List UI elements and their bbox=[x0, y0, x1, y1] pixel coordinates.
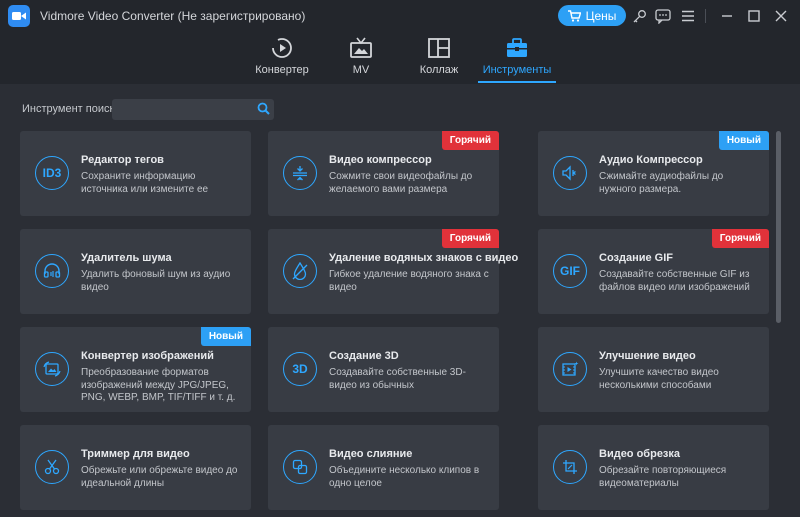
tool-description: Сохраните информацию источника или измен… bbox=[81, 171, 209, 195]
tool-card-audio-compressor[interactable]: Новый Аудио Компрессор Сжимайте аудиофай… bbox=[538, 131, 769, 216]
tab-tools-label: Инструменты bbox=[482, 64, 552, 76]
close-icon[interactable] bbox=[772, 7, 790, 25]
tool-card-watermark-remover[interactable]: Горячий Удаление водяных знаков с видео … bbox=[268, 229, 518, 314]
3d-icon: 3D bbox=[283, 352, 317, 386]
search-input[interactable] bbox=[112, 99, 252, 120]
main-nav: Конвертер MV Коллаж Инструменты bbox=[0, 32, 800, 84]
title-bar: Vidmore Video Converter (Не зарегистриро… bbox=[0, 0, 800, 32]
tool-title: Конвертер изображений bbox=[81, 350, 214, 362]
hot-badge: Горячий bbox=[441, 229, 499, 248]
app-logo-icon bbox=[8, 5, 30, 27]
tool-title: Создание 3D bbox=[329, 350, 399, 362]
tool-title: Видео компрессор bbox=[329, 154, 432, 166]
tab-converter-label: Конвертер bbox=[255, 64, 309, 76]
tool-card-image-converter[interactable]: Новый Конвертер изображений Преобразован… bbox=[20, 327, 251, 412]
hot-badge: Горячий bbox=[441, 131, 499, 150]
tool-title: Редактор тегов bbox=[81, 154, 164, 166]
tool-title: Удаление водяных знаков с видео bbox=[329, 252, 519, 264]
new-badge: Новый bbox=[200, 327, 251, 346]
tool-card-video-merger[interactable]: Видео слияние Объедините несколько клипо… bbox=[268, 425, 499, 510]
window-title: Vidmore Video Converter (Не зарегистриро… bbox=[40, 9, 306, 23]
tool-description: Сжимайте аудиофайлы до нужного размера. bbox=[599, 171, 724, 195]
tab-converter[interactable]: Конвертер bbox=[237, 32, 327, 84]
tool-description: Сожмите свои видеофайлы до желаемого вам… bbox=[329, 171, 473, 195]
crop-icon bbox=[553, 450, 587, 484]
titlebar-divider bbox=[705, 9, 706, 23]
scissors-icon bbox=[35, 450, 69, 484]
tool-description: Преобразование форматов изображений межд… bbox=[81, 367, 236, 403]
enhance-icon bbox=[553, 352, 587, 386]
feedback-icon[interactable] bbox=[654, 7, 672, 25]
headphones-icon bbox=[35, 254, 69, 288]
hot-badge: Горячий bbox=[711, 229, 769, 248]
tool-card-video-compressor[interactable]: Горячий Видео компрессор Сожмите свои ви… bbox=[268, 131, 499, 216]
tool-title: Видео слияние bbox=[329, 448, 413, 460]
tool-description: Создавайте собственные 3D-видео из обычн… bbox=[329, 367, 466, 391]
menu-icon[interactable] bbox=[679, 7, 697, 25]
tool-card-noise-remover[interactable]: Удалитель шума Удалить фоновый шум из ау… bbox=[20, 229, 251, 314]
collage-icon bbox=[427, 36, 451, 60]
mv-icon bbox=[349, 36, 373, 60]
audio-compress-icon bbox=[553, 156, 587, 190]
search-icon[interactable] bbox=[257, 102, 270, 120]
tool-description: Создавайте собственные GIF из файлов вид… bbox=[599, 269, 750, 293]
toolbox-icon bbox=[505, 36, 529, 60]
tool-description: Обрезайте повторяющиеся видеоматериалы bbox=[599, 465, 727, 489]
tool-card-3d-maker[interactable]: 3D Создание 3D Создавайте собственные 3D… bbox=[268, 327, 499, 412]
key-icon[interactable] bbox=[630, 7, 648, 25]
tool-card-tag-editor[interactable]: ID3 Редактор тегов Сохраните информацию … bbox=[20, 131, 251, 216]
new-badge: Новый bbox=[718, 131, 769, 150]
search-box[interactable] bbox=[112, 99, 274, 120]
search-label: Инструмент поиска: bbox=[22, 103, 124, 115]
tool-title: Триммер для видео bbox=[81, 448, 190, 460]
id3-icon: ID3 bbox=[35, 156, 69, 190]
minimize-icon[interactable] bbox=[718, 7, 736, 25]
merge-icon bbox=[283, 450, 317, 484]
tab-mv-label: MV bbox=[352, 64, 370, 76]
tab-mv[interactable]: MV bbox=[316, 32, 406, 84]
maximize-icon[interactable] bbox=[745, 7, 763, 25]
tool-card-gif-maker[interactable]: Горячий GIF Создание GIF Создавайте собс… bbox=[538, 229, 769, 314]
tool-description: Улучшите качество видео несколькими спос… bbox=[599, 367, 719, 391]
compress-icon bbox=[283, 156, 317, 190]
tool-card-video-enhancer[interactable]: Улучшение видео Улучшите качество видео … bbox=[538, 327, 769, 412]
tool-title: Удалитель шума bbox=[81, 252, 172, 264]
pricing-label: Цены bbox=[585, 8, 617, 23]
converter-icon bbox=[270, 36, 294, 60]
tool-description: Удалить фоновый шум из аудио видео bbox=[81, 269, 231, 293]
scrollbar-thumb[interactable] bbox=[776, 131, 781, 323]
tab-collage-label: Коллаж bbox=[419, 64, 459, 76]
tool-card-video-trimmer[interactable]: Триммер для видео Обрежьте или обрежьте … bbox=[20, 425, 251, 510]
tool-card-video-cropper[interactable]: Видео обрезка Обрезайте повторяющиеся ви… bbox=[538, 425, 769, 510]
pricing-button[interactable]: Цены bbox=[558, 5, 626, 26]
tab-tools[interactable]: Инструменты bbox=[472, 32, 562, 84]
tool-description: Обрежьте или обрежьте видео до идеальной… bbox=[81, 465, 238, 489]
image-convert-icon bbox=[35, 352, 69, 386]
active-tab-indicator bbox=[478, 81, 556, 83]
cart-icon bbox=[567, 9, 581, 22]
tool-title: Создание GIF bbox=[599, 252, 673, 264]
tool-title: Аудио Компрессор bbox=[599, 154, 703, 166]
tool-description: Гибкое удаление водяного знака с видео bbox=[329, 269, 489, 293]
tab-collage[interactable]: Коллаж bbox=[394, 32, 484, 84]
watermark-drop-icon bbox=[283, 254, 317, 288]
gif-icon: GIF bbox=[553, 254, 587, 288]
tool-description: Объедините несколько клипов в одно целое bbox=[329, 465, 480, 489]
tool-title: Видео обрезка bbox=[599, 448, 681, 460]
tool-title: Улучшение видео bbox=[599, 350, 696, 362]
